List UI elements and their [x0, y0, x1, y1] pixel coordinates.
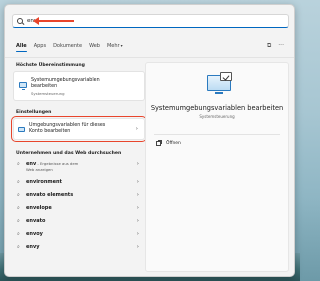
settings-item-line2: Konto bearbeiten	[29, 129, 71, 134]
web-result-term: environment	[26, 178, 62, 185]
preview-subtitle: Systemsteuerung	[199, 114, 235, 119]
filter-tabs: Alle Apps Dokumente Web Mehr▾	[16, 43, 123, 52]
search-icon: ⌕	[17, 230, 20, 237]
settings-heading: Einstellungen	[16, 110, 52, 115]
search-icon	[17, 17, 24, 25]
web-result-text: envoy	[26, 231, 137, 237]
settings-monitor-icon	[18, 126, 25, 132]
tab-more[interactable]: Mehr▾	[107, 43, 123, 52]
web-result-suffix2: Web anzeigen	[26, 167, 53, 172]
tab-web[interactable]: Web	[89, 43, 100, 52]
search-icon: ⌕	[17, 191, 20, 198]
divider	[5, 57, 294, 58]
web-result-item[interactable]: ⌕ env - Ergebnisse aus dem Web anzeigen …	[13, 159, 145, 175]
best-match-text: Systemumgebungsvariablen bearbeiten Syst…	[31, 78, 100, 96]
web-result-text: envy	[26, 244, 137, 250]
web-result-item[interactable]: ⌕ environment ›	[13, 175, 145, 188]
web-result-item[interactable]: ⌕ envy ›	[13, 240, 145, 253]
header-actions: ⧉ ···	[267, 42, 284, 50]
web-result-suffix: - Ergebnisse aus dem	[36, 161, 79, 166]
web-result-text: envato	[26, 218, 137, 224]
search-icon: ⌕	[17, 161, 20, 167]
divider	[154, 134, 280, 135]
chevron-down-icon: ▾	[120, 43, 123, 48]
tab-apps[interactable]: Apps	[34, 43, 46, 52]
chevron-right-icon: ›	[136, 191, 139, 198]
web-result-text: envelope	[26, 205, 137, 211]
search-icon: ⌕	[17, 178, 20, 185]
chevron-right-icon: ›	[136, 217, 139, 224]
results-list: Höchste Übereinstimmung Systemumgebungsv…	[11, 63, 147, 253]
tab-all[interactable]: Alle	[16, 43, 27, 52]
chevron-right-icon: ›	[135, 126, 138, 132]
web-heading: Unternehmen und das Web durchsuchen	[16, 151, 122, 156]
chevron-right-icon: ›	[136, 230, 139, 237]
settings-item-edit-env-vars[interactable]: Umgebungsvariablen für dieses Konto bear…	[11, 116, 147, 142]
web-result-term: envoy	[26, 230, 43, 237]
web-result-item[interactable]: ⌕ envato ›	[13, 214, 145, 227]
web-result-term: envato elements	[26, 191, 74, 198]
web-result-term: envelope	[26, 204, 52, 211]
best-match-title-line2: bearbeiten	[31, 84, 58, 89]
best-match-subtitle: Systemsteuerung	[31, 91, 65, 96]
chevron-right-icon: ›	[136, 161, 139, 167]
checkmark-icon	[220, 72, 232, 81]
web-result-text: envato elements	[26, 192, 137, 198]
chevron-right-icon: ›	[136, 243, 139, 250]
search-icon: ⌕	[17, 243, 20, 250]
search-panel: env Alle Apps Dokumente Web Mehr▾ ⧉ ··· …	[4, 4, 295, 277]
chevron-right-icon: ›	[136, 204, 139, 211]
system-properties-icon	[19, 82, 27, 90]
open-icon	[156, 140, 162, 146]
open-action-label: Öffnen	[166, 141, 181, 146]
more-options-icon[interactable]: ···	[278, 42, 284, 50]
best-match-heading: Höchste Übereinstimmung	[16, 63, 85, 68]
search-icon: ⌕	[17, 204, 20, 211]
web-result-term: envy	[26, 243, 40, 250]
web-result-term: envato	[26, 217, 46, 224]
best-match-item[interactable]: Systemumgebungsvariablen bearbeiten Syst…	[13, 71, 145, 101]
tab-documents[interactable]: Dokumente	[53, 43, 82, 52]
web-result-item[interactable]: ⌕ envoy ›	[13, 227, 145, 240]
arrow-annotation-icon	[33, 17, 74, 25]
tab-more-label: Mehr	[106, 43, 120, 49]
preview-title: Systemumgebungsvariablen bearbeiten	[150, 104, 284, 112]
web-result-text: environment	[26, 179, 137, 185]
preview-pane: Systemumgebungsvariablen bearbeiten Syst…	[145, 62, 289, 272]
open-action[interactable]: Öffnen	[156, 140, 181, 146]
web-result-item[interactable]: ⌕ envato elements ›	[13, 188, 145, 201]
web-result-item[interactable]: ⌕ envelope ›	[13, 201, 145, 214]
chevron-right-icon: ›	[136, 178, 139, 185]
share-icon[interactable]: ⧉	[267, 42, 271, 50]
search-icon: ⌕	[17, 217, 20, 224]
settings-item-text: Umgebungsvariablen für dieses Konto bear…	[29, 123, 136, 135]
web-result-text: env - Ergebnisse aus dem Web anzeigen	[26, 161, 137, 172]
